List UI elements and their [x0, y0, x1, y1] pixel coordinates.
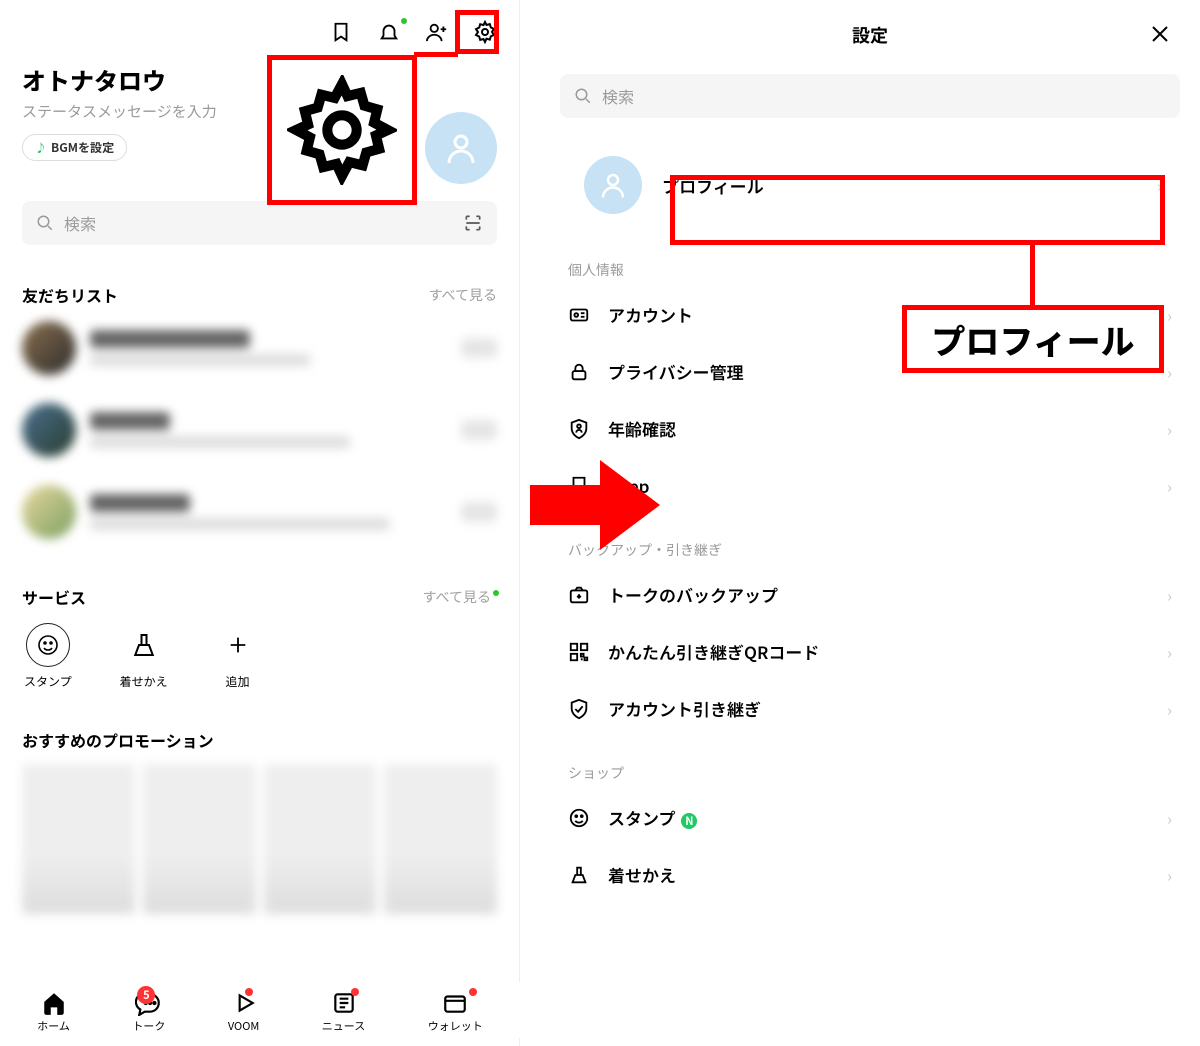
- wallet-icon: [441, 990, 469, 1016]
- bookmark-icon[interactable]: [329, 20, 353, 44]
- settings-search-input[interactable]: 検索: [560, 74, 1180, 118]
- row-qr-transfer[interactable]: かんたん引き継ぎQRコード ›: [540, 623, 1200, 680]
- home-icon: [40, 990, 68, 1016]
- chevron-right-icon: ›: [1167, 806, 1172, 830]
- service-stamp[interactable]: スタンプ: [24, 623, 72, 690]
- promo-list[interactable]: [22, 752, 497, 926]
- profile-status[interactable]: ステータスメッセージを入力: [22, 101, 497, 122]
- camera-icon: [568, 584, 590, 606]
- dot-icon: [469, 988, 477, 996]
- tab-news[interactable]: ニュース: [322, 990, 365, 1034]
- qr-icon: [568, 641, 590, 663]
- avatar[interactable]: [425, 112, 497, 184]
- tab-voom[interactable]: VOOM: [228, 990, 259, 1034]
- settings-profile-label: プロフィール: [662, 173, 764, 198]
- brush-icon: [122, 623, 166, 667]
- row-account[interactable]: アカウント ›: [540, 286, 1200, 343]
- id-card-icon: [568, 304, 590, 326]
- services-see-all[interactable]: すべて見る: [423, 587, 497, 607]
- annotation-connector: [414, 52, 458, 57]
- service-add[interactable]: 追加: [216, 623, 260, 690]
- promo-title: おすすめのプロモーション: [22, 728, 214, 752]
- play-icon: [230, 990, 258, 1016]
- friends-see-all[interactable]: すべて見る: [429, 285, 497, 305]
- chevron-right-icon: ›: [1167, 360, 1172, 384]
- row-shop-theme[interactable]: 着せかえ ›: [540, 846, 1200, 903]
- settings-title: 設定: [852, 22, 888, 48]
- shield-icon: [568, 418, 590, 440]
- search-placeholder: 検索: [64, 211, 453, 235]
- music-note-icon: ♪: [35, 139, 47, 156]
- notification-dot-icon: [401, 18, 407, 24]
- services-section-header: サービス すべて見る: [22, 585, 497, 609]
- chevron-right-icon: ›: [1167, 697, 1172, 721]
- chevron-right-icon: ›: [1167, 303, 1172, 327]
- profile-name: オトナタロウ: [22, 62, 497, 97]
- tab-talk[interactable]: 5 トーク: [132, 990, 165, 1034]
- promo-section-header: おすすめのプロモーション: [22, 728, 497, 752]
- tab-wallet[interactable]: ウォレット: [428, 990, 483, 1034]
- friends-section-header: 友だちリスト すべて見る: [22, 283, 497, 307]
- list-item[interactable]: [22, 471, 497, 553]
- search-icon: [574, 87, 592, 105]
- search-icon: [36, 214, 54, 232]
- chevron-right-icon: ›: [1167, 474, 1172, 498]
- bgm-button[interactable]: ♪ BGMを設定: [22, 134, 127, 161]
- search-input[interactable]: 検索: [22, 201, 497, 245]
- tab-home[interactable]: ホーム: [37, 990, 70, 1034]
- service-theme[interactable]: 着せかえ: [120, 623, 168, 690]
- row-backup[interactable]: トークのバックアップ ›: [540, 566, 1200, 623]
- brush-icon: [568, 864, 590, 886]
- row-age-verify[interactable]: 年齢確認 ›: [540, 400, 1200, 457]
- settings-header: 設定: [540, 0, 1200, 58]
- chevron-right-icon: ›: [1157, 173, 1162, 197]
- row-account-transfer[interactable]: アカウント引き継ぎ ›: [540, 680, 1200, 737]
- lock-icon: [568, 361, 590, 383]
- friends-title: 友だちリスト: [22, 283, 118, 307]
- group-personal-label: 個人情報: [540, 234, 1200, 286]
- settings-search-placeholder: 検索: [602, 84, 634, 108]
- smiley-icon: [568, 807, 590, 829]
- smiley-icon: [26, 623, 70, 667]
- top-icon-bar: [0, 0, 519, 52]
- new-badge: N: [681, 813, 697, 829]
- chevron-right-icon: ›: [1167, 640, 1172, 664]
- profile-header: オトナタロウ ステータスメッセージを入力 ♪ BGMを設定: [0, 52, 519, 161]
- bgm-label: BGMを設定: [51, 139, 114, 156]
- chevron-right-icon: ›: [1167, 583, 1172, 607]
- plus-icon: [216, 623, 260, 667]
- settings-profile-row[interactable]: プロフィール ›: [560, 136, 1180, 234]
- bottom-tab-bar: ホーム 5 トーク VOOM ニュース ウォレット: [0, 982, 520, 1038]
- dot-icon: [351, 988, 359, 996]
- list-item[interactable]: [22, 389, 497, 471]
- group-shop-label: ショップ: [540, 737, 1200, 789]
- home-screen: オトナタロウ ステータスメッセージを入力 ♪ BGMを設定 検索 友だちリスト …: [0, 0, 520, 1046]
- close-icon[interactable]: [1148, 22, 1172, 46]
- annotation-arrow: [530, 460, 660, 550]
- bell-icon[interactable]: [377, 20, 401, 44]
- row-privacy[interactable]: プライバシー管理 ›: [540, 343, 1200, 400]
- shield-check-icon: [568, 698, 590, 720]
- chevron-right-icon: ›: [1167, 863, 1172, 887]
- gear-icon[interactable]: [473, 20, 497, 44]
- list-item[interactable]: [22, 307, 497, 389]
- avatar: [584, 156, 642, 214]
- qr-scan-icon[interactable]: [463, 213, 483, 233]
- add-friend-icon[interactable]: [425, 20, 449, 44]
- annotation-connector: [1030, 243, 1035, 307]
- chevron-right-icon: ›: [1167, 417, 1172, 441]
- services-title: サービス: [22, 585, 86, 609]
- row-shop-stamp[interactable]: スタンプ N ›: [540, 789, 1200, 846]
